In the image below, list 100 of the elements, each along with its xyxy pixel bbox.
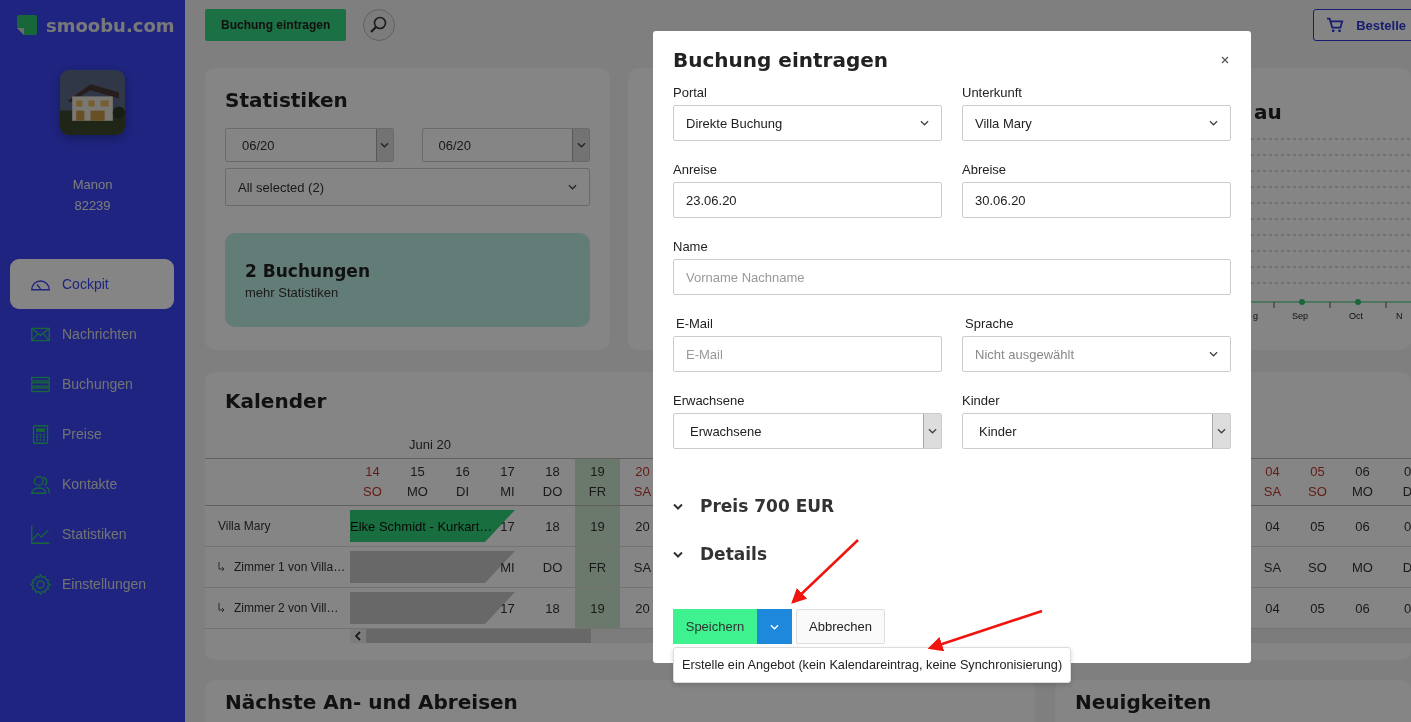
select-field[interactable]: Kinder [962, 413, 1231, 449]
month-select[interactable]: 06/20 [225, 128, 394, 162]
weekday-label: DI [456, 483, 469, 501]
add-booking-button[interactable]: Buchung eintragen [205, 9, 347, 41]
card-title: Neuigkeiten [1075, 690, 1212, 714]
nav-item[interactable]: Einstellungen [10, 559, 174, 609]
calendar-cell: 20 [635, 600, 650, 616]
cart-icon [1326, 16, 1345, 34]
summary-card[interactable]: 2 Buchungen mehr Statistiken [225, 233, 590, 327]
field-label: Anreise [673, 161, 719, 178]
month-select[interactable]: 06/20 [421, 128, 590, 162]
day-number: 17 [500, 463, 515, 481]
input-field[interactable]: 23.06.20 [673, 182, 942, 218]
weekday-label: D [1402, 483, 1411, 501]
chevron-down-icon [576, 142, 586, 148]
day-number: 20 [635, 463, 650, 481]
calendar-cell: FR [588, 559, 607, 575]
people-icon [30, 473, 51, 495]
card-title: Nächste An- und Abreisen [225, 690, 518, 714]
nav-item[interactable]: Preise [10, 409, 174, 459]
field-label: Name [673, 238, 709, 255]
card-title: Kalender [225, 389, 327, 413]
calendar-cell: MO [1352, 559, 1373, 575]
field-label: Unterkunft [962, 84, 1023, 101]
close-icon[interactable] [1220, 55, 1230, 65]
select-field[interactable]: Villa Mary [962, 105, 1231, 141]
weekday-label: MO [1352, 483, 1373, 501]
chevron-down-icon [1209, 120, 1218, 126]
weekday-label: SA [1263, 483, 1282, 501]
calendar-cell: 06 [1355, 518, 1370, 534]
nav-item[interactable]: Statistiken [10, 509, 174, 559]
weekday-label: FR [588, 483, 607, 501]
calendar-cell: 04 [1265, 600, 1280, 616]
calendar-cell: 04 [1265, 518, 1280, 534]
chevron-down-icon [673, 502, 683, 510]
scroll-left-icon[interactable] [355, 631, 361, 641]
calendar-cell: SA [633, 559, 652, 575]
calendar-cell: 05 [1310, 518, 1325, 534]
save-button[interactable]: Speichern [673, 609, 757, 644]
select-field[interactable]: Erwachsene [673, 413, 942, 449]
input-field[interactable]: Vorname Nachname [673, 259, 1231, 295]
nav-item[interactable]: Nachrichten [10, 309, 174, 359]
summary-link[interactable]: mehr Statistiken [245, 284, 339, 300]
annotation-arrow [791, 539, 859, 604]
property-select[interactable]: All selected (2) [225, 168, 590, 206]
blocked-bar[interactable] [350, 592, 515, 624]
calendar-cell: 0 [1403, 600, 1411, 616]
dropdown-button[interactable] [757, 609, 792, 644]
cancel-button[interactable]: Abbrechen [796, 609, 885, 644]
day-number: 18 [545, 463, 560, 481]
order-button[interactable]: Bestelle [1313, 9, 1411, 41]
calendar-cell: 19 [590, 518, 605, 534]
sub-arrow-icon [218, 603, 226, 613]
axis-label: N [1395, 311, 1404, 321]
field-label: Sprache [964, 315, 1015, 332]
day-number: 19 [590, 463, 605, 481]
blocked-bar[interactable] [350, 551, 515, 583]
field-label: E-Mail [675, 315, 714, 332]
field-label: Kinder [962, 392, 1001, 409]
weekday-label: SO [363, 483, 382, 501]
calendar-cell: 18 [545, 518, 560, 534]
calendar-cell: DO [542, 559, 563, 575]
select-field[interactable]: Direkte Buchung [673, 105, 942, 141]
field-label: Erwachsene [673, 392, 746, 409]
nav-item[interactable]: Kontakte [10, 459, 174, 509]
field-label: Abreise [962, 161, 1008, 178]
user-id: 82239 [74, 198, 111, 213]
nav-item[interactable]: Cockpit [10, 259, 174, 309]
calendar-cell: SA [1263, 559, 1282, 575]
menu-item[interactable]: Erstelle ein Angebot (kein Kalendareintrag, keine Synchronisierung) [674, 648, 1071, 682]
chevron-down-icon [770, 623, 779, 630]
search-button[interactable] [363, 9, 396, 41]
select-field[interactable]: Nicht ausgewählt [962, 336, 1231, 372]
card-title: au [1254, 100, 1282, 124]
scrollbar-thumb[interactable] [366, 629, 591, 643]
settings-icon [30, 573, 51, 595]
calendar-cell: 19 [590, 600, 605, 616]
calendar-cell: D [1402, 559, 1411, 575]
day-number: 15 [410, 463, 425, 481]
chevron-down-icon [1209, 351, 1218, 357]
calculator-icon [30, 423, 51, 445]
card-title: Statistiken [225, 88, 348, 112]
calendar-cell: SO [1308, 559, 1327, 575]
month-label: Juni 20 [409, 437, 452, 452]
room-name: Zimmer 1 von Villa… [234, 560, 346, 574]
input-field[interactable]: E-Mail [673, 336, 942, 372]
weekday-label: MO [407, 483, 428, 501]
section-toggle[interactable]: Details [673, 544, 767, 564]
day-number: 06 [1355, 463, 1370, 481]
dialog-title: Buchung eintragen [673, 48, 889, 72]
user-name: Manon [72, 177, 113, 192]
input-field[interactable]: 30.06.20 [962, 182, 1231, 218]
weekday-label: SA [633, 483, 652, 501]
nav-item[interactable]: Buchungen [10, 359, 174, 409]
logo-text: smoobu.com [46, 14, 175, 36]
section-toggle[interactable]: Preis 700 EUR [673, 496, 835, 516]
weekday-label: MI [500, 483, 515, 501]
weekday-label: SO [1308, 483, 1327, 501]
axis-label: g [1252, 311, 1259, 321]
calendar-cell: 05 [1310, 600, 1325, 616]
